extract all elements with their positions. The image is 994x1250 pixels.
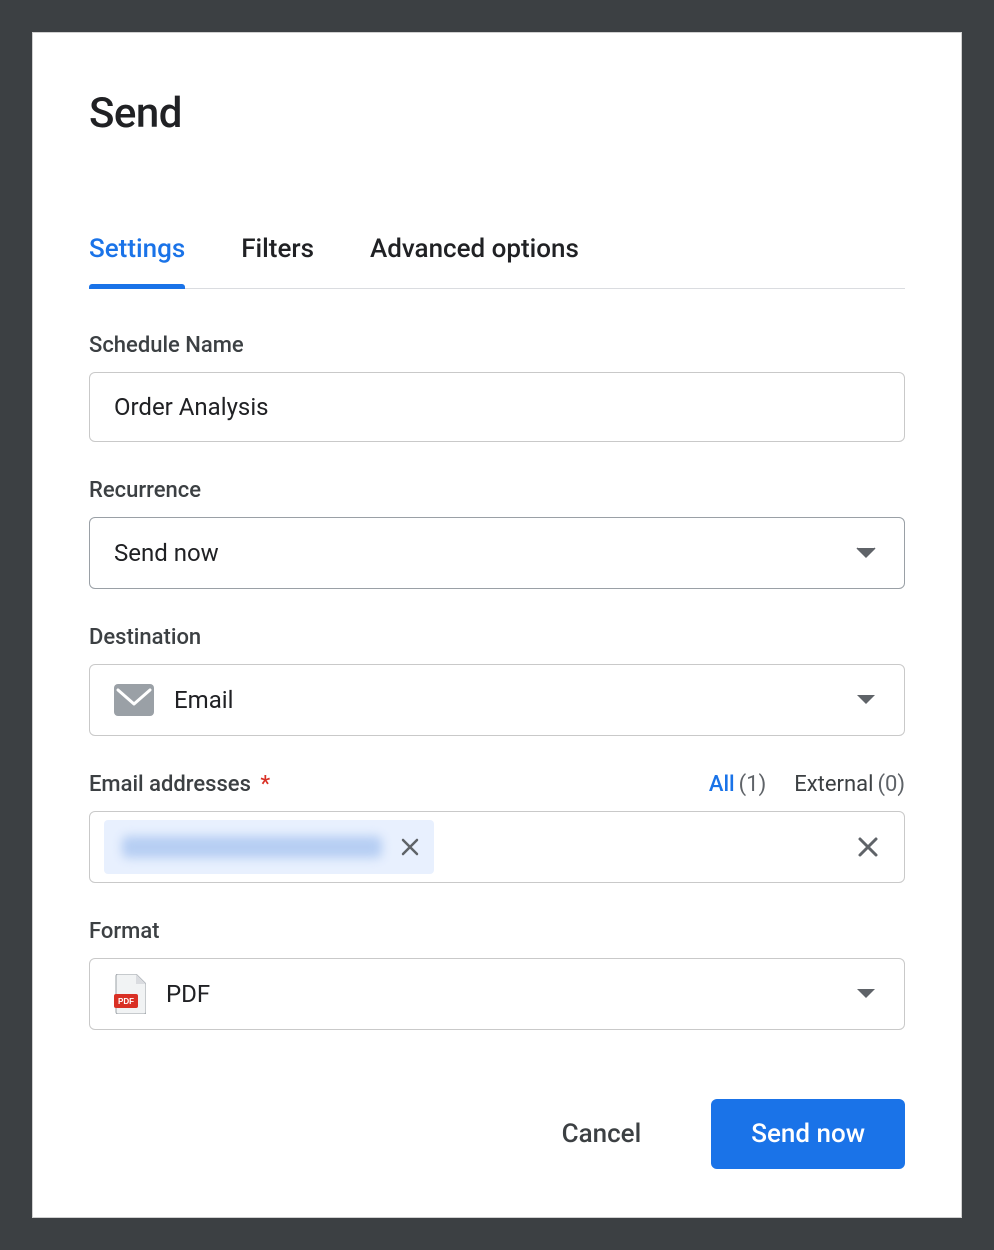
tab-filters[interactable]: Filters — [241, 234, 314, 288]
email-addresses-label: Email addresses * — [89, 772, 270, 797]
destination-label: Destination — [89, 625, 905, 650]
clear-all-icon[interactable] — [856, 835, 880, 859]
email-counts: All(1) External(0) — [709, 772, 905, 797]
dialog-title: Send — [89, 89, 905, 138]
required-marker: * — [260, 772, 270, 797]
remove-chip-icon[interactable] — [400, 837, 420, 857]
format-field: Format PDF PDF — [89, 919, 905, 1030]
external-label: External — [794, 772, 873, 797]
email-filter-all[interactable]: All(1) — [709, 772, 766, 797]
all-label: All — [709, 772, 735, 797]
destination-select[interactable]: Email — [89, 664, 905, 736]
all-count: (1) — [739, 772, 767, 797]
email-chip-value — [122, 836, 382, 858]
email-addresses-input[interactable] — [89, 811, 905, 883]
format-value: PDF — [166, 980, 210, 1008]
recurrence-value: Send now — [114, 539, 219, 567]
caret-down-icon — [856, 694, 876, 706]
send-dialog: Send Settings Filters Advanced options S… — [32, 32, 962, 1218]
destination-field: Destination Email — [89, 625, 905, 736]
email-field: Email addresses * All(1) External(0) — [89, 772, 905, 883]
format-select[interactable]: PDF PDF — [89, 958, 905, 1030]
svg-text:PDF: PDF — [118, 997, 134, 1006]
external-count: (0) — [877, 772, 905, 797]
tab-settings[interactable]: Settings — [89, 234, 185, 288]
schedule-name-input[interactable] — [89, 372, 905, 442]
tabs: Settings Filters Advanced options — [89, 234, 905, 289]
recurrence-select[interactable]: Send now — [89, 517, 905, 589]
cancel-button[interactable]: Cancel — [556, 1118, 648, 1150]
settings-form: Schedule Name Recurrence Send now Destin… — [89, 333, 905, 1030]
send-now-button[interactable]: Send now — [711, 1099, 905, 1169]
dialog-footer: Cancel Send now — [556, 1099, 905, 1169]
pdf-icon: PDF — [114, 974, 146, 1014]
email-label-text: Email addresses — [89, 772, 251, 797]
destination-value: Email — [174, 686, 233, 714]
schedule-name-label: Schedule Name — [89, 333, 905, 358]
caret-down-icon — [856, 988, 876, 1000]
email-icon — [114, 684, 154, 716]
email-chip — [104, 820, 434, 874]
format-label: Format — [89, 919, 905, 944]
schedule-name-field: Schedule Name — [89, 333, 905, 442]
email-filter-external[interactable]: External(0) — [794, 772, 905, 797]
tab-advanced-options[interactable]: Advanced options — [370, 234, 579, 288]
recurrence-label: Recurrence — [89, 478, 905, 503]
recurrence-field: Recurrence Send now — [89, 478, 905, 589]
caret-down-icon — [856, 547, 876, 559]
email-header: Email addresses * All(1) External(0) — [89, 772, 905, 797]
